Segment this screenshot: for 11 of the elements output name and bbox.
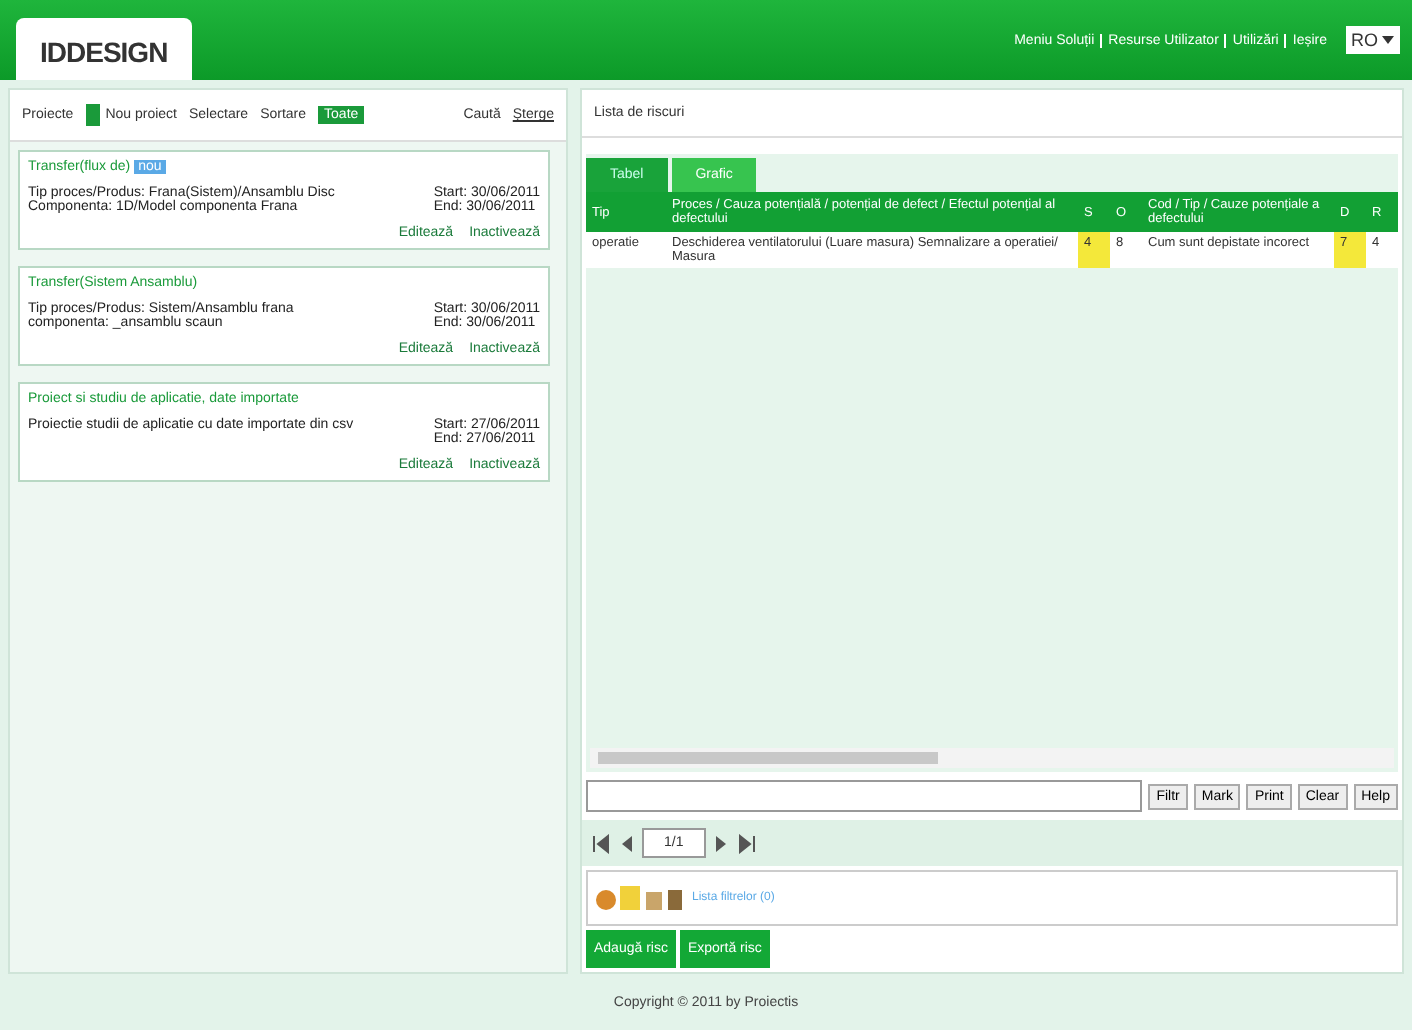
horizontal-scrollbar[interactable] [590, 748, 1394, 768]
caret-icon [1382, 36, 1394, 44]
document-icon [85, 104, 100, 126]
next-page-icon[interactable] [713, 833, 730, 853]
last-page-icon[interactable] [737, 833, 758, 853]
first-page-icon[interactable] [590, 833, 610, 853]
toolbar-icons-drawing[interactable] [596, 884, 684, 912]
search-field[interactable] [586, 780, 1143, 812]
previous-page-icon[interactable] [618, 833, 634, 853]
logo[interactable]: IDDESIGN [16, 18, 192, 80]
language-select[interactable]: RO [1345, 26, 1400, 54]
